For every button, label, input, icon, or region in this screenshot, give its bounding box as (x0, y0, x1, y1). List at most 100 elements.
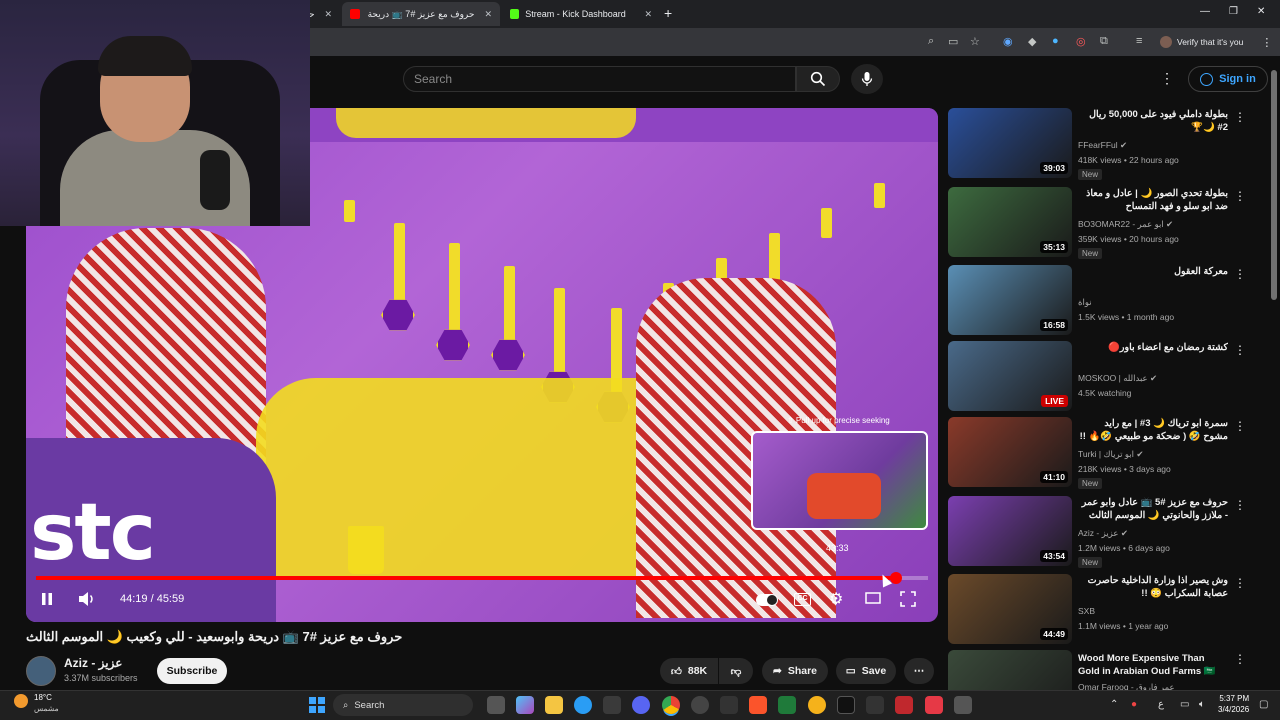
task-view-icon[interactable] (487, 696, 505, 714)
tab-search-icon[interactable]: ≡ (1136, 35, 1142, 47)
recommendation-item[interactable]: 43:54 حروف مع عزيز #5 📺 عادل وابو عمر - … (948, 496, 1254, 568)
recommendation-thumbnail[interactable]: 41:10 (948, 417, 1072, 487)
fullscreen-button[interactable] (900, 591, 916, 610)
recommendation-item[interactable]: 44:49 وش يصير اذا وزارة الداخلية حاصرت ع… (948, 574, 1254, 644)
recommendation-menu-icon[interactable]: ⋮ (1234, 189, 1246, 203)
channel-name[interactable]: Aziz - عزيز (64, 656, 122, 670)
recommendation-channel[interactable]: Omar Farooq - عمر فاروق (1078, 682, 1175, 690)
recommendation-thumbnail[interactable]: 35:13 (948, 187, 1072, 257)
dislike-button[interactable]: 👎︎ (719, 658, 753, 684)
recommendation-menu-icon[interactable]: ⋮ (1234, 576, 1246, 590)
browser-tab-youtube[interactable]: حروف مع عزيز #7 📺 دريحة ✕ (342, 2, 500, 26)
discord-icon[interactable] (632, 696, 650, 714)
app-icon[interactable] (808, 696, 826, 714)
app-icon[interactable] (925, 696, 943, 714)
tab-close-icon[interactable]: ✕ (484, 9, 492, 20)
save-button[interactable]: ▭ Save (836, 658, 896, 684)
theater-mode-button[interactable] (865, 591, 881, 608)
system-clock[interactable]: 5:37 PM 3/4/2026 (1218, 693, 1249, 715)
recommendation-title[interactable]: حروف مع عزيز #5 📺 عادل وابو عمر - ملازز … (1078, 496, 1228, 522)
search-input[interactable]: Search (403, 66, 796, 92)
speaker-icon[interactable]: 🔈︎ (1199, 699, 1205, 710)
voice-search-button[interactable] (851, 64, 883, 94)
sidebar-scrollbar[interactable] (1271, 70, 1277, 300)
recommendation-title[interactable]: سمرة ابو ترياك 🌙 3# | مع رايد مشوح 🤣 ( ض… (1078, 417, 1228, 443)
more-actions-button[interactable]: ⋯ (904, 658, 934, 684)
recommendation-item[interactable]: Wood More Expensive Than Gold in Arabian… (948, 650, 1254, 690)
cast-icon[interactable]: ▭ (948, 35, 958, 48)
bookmark-star-icon[interactable]: ☆ (970, 35, 980, 48)
extension-icon[interactable]: ◉ (1003, 35, 1013, 48)
settings-menu-icon[interactable]: ⋮ (1160, 70, 1174, 87)
tray-overflow-icon[interactable]: ⌃ (1110, 699, 1118, 710)
recommendation-thumbnail[interactable]: 43:54 (948, 496, 1072, 566)
chrome-icon[interactable] (662, 696, 680, 714)
captions-button[interactable]: CC (794, 593, 811, 606)
pause-button[interactable] (40, 592, 54, 609)
tab-close-icon[interactable]: ✕ (644, 9, 652, 20)
recommendation-thumbnail[interactable]: LIVE (948, 341, 1072, 411)
recommendation-channel[interactable]: MOSKOO | عبدالله ✔ (1078, 373, 1157, 384)
recommendation-item[interactable]: 35:13 بطولة تحدي الصور 🌙 | عادل و معاذ ض… (948, 187, 1254, 259)
recommendation-item[interactable]: 16:58 معركة العقول نواة 1.5K views • 1 m… (948, 265, 1254, 335)
channel-avatar[interactable] (26, 656, 56, 686)
recommendation-channel[interactable]: Aziz - عزيز ✔ (1078, 528, 1128, 539)
browser-menu-icon[interactable]: ⋮ (1261, 36, 1272, 49)
recommendation-thumbnail[interactable]: 39:03 (948, 108, 1072, 178)
recommendation-menu-icon[interactable]: ⋮ (1234, 267, 1246, 281)
recommendation-menu-icon[interactable]: ⋮ (1234, 419, 1246, 433)
recommendation-channel[interactable]: BO3OMAR22 - ابو عمر ✔ (1078, 219, 1173, 230)
app-icon[interactable] (778, 696, 796, 714)
store-icon[interactable] (603, 696, 621, 714)
recommendation-title[interactable]: وش يصير اذا وزارة الداخلية حاصرت عصابة ا… (1078, 574, 1228, 600)
recommendation-title[interactable]: بطولة تحدي الصور 🌙 | عادل و معاذ ضد ابو … (1078, 187, 1228, 213)
new-tab-button[interactable]: + (664, 5, 672, 21)
volume-button[interactable] (78, 591, 96, 610)
recommendation-thumbnail[interactable] (948, 650, 1072, 690)
settings-gear-icon[interactable]: ⚙ (829, 589, 843, 609)
extension-icon[interactable]: ◎ (1076, 35, 1086, 48)
recommendation-thumbnail[interactable]: 44:49 (948, 574, 1072, 644)
recommendation-title[interactable]: Wood More Expensive Than Gold in Arabian… (1078, 652, 1228, 678)
notifications-icon[interactable]: ▢ (1259, 699, 1268, 710)
brave-icon[interactable] (749, 696, 767, 714)
browser-tab-kick[interactable]: Stream - Kick Dashboard ✕ (502, 2, 660, 26)
autoplay-toggle[interactable] (756, 594, 778, 606)
like-button[interactable]: 👍︎ 88K (660, 658, 718, 684)
windows-start-icon[interactable] (309, 697, 325, 713)
extensions-puzzle-icon[interactable]: ⧉ (1100, 35, 1108, 48)
language-indicator-icon[interactable]: ع (1158, 699, 1164, 710)
recommendation-thumbnail[interactable]: 16:58 (948, 265, 1072, 335)
recommendation-channel[interactable]: SXB (1078, 606, 1095, 616)
recommendation-channel[interactable]: نواة (1078, 297, 1092, 308)
file-explorer-icon[interactable] (545, 696, 563, 714)
recommendation-item[interactable]: 41:10 سمرة ابو ترياك 🌙 3# | مع رايد مشوح… (948, 417, 1254, 489)
copilot-icon[interactable] (516, 696, 534, 714)
share-button[interactable]: ➦ Share (762, 658, 828, 684)
extension-icon[interactable]: ● (1052, 35, 1059, 47)
app-icon[interactable] (866, 696, 884, 714)
network-icon[interactable]: ▭ (1180, 699, 1189, 710)
app-icon[interactable] (720, 696, 738, 714)
minimize-icon[interactable]: — (1200, 6, 1210, 17)
recommendation-menu-icon[interactable]: ⋮ (1234, 343, 1246, 357)
recommendation-menu-icon[interactable]: ⋮ (1234, 498, 1246, 512)
close-window-icon[interactable]: ✕ (1257, 6, 1265, 17)
tiktok-icon[interactable] (837, 696, 855, 714)
app-icon[interactable] (691, 696, 709, 714)
recommendation-title[interactable]: كشتة رمضان مع اعضاء باور🔴 (1078, 341, 1228, 354)
recommendation-menu-icon[interactable]: ⋮ (1234, 652, 1246, 666)
recommendation-channel[interactable]: Turki | ابو ترياك ✔ (1078, 449, 1144, 460)
verify-identity-button[interactable]: Verify that it's you ⋮ (1160, 33, 1272, 51)
edge-browser-icon[interactable] (574, 696, 592, 714)
recommendation-item[interactable]: 39:03 بطولة داملي فيود على 50,000 ريال 2… (948, 108, 1254, 180)
recommendation-title[interactable]: معركة العقول (1078, 265, 1228, 278)
recommendation-item[interactable]: LIVE كشتة رمضان مع اعضاء باور🔴 MOSKOO | … (948, 341, 1254, 411)
extension-icon[interactable]: ◆ (1028, 35, 1036, 48)
subscribe-button[interactable]: Subscribe (157, 658, 227, 684)
sign-in-button[interactable]: Sign in (1188, 66, 1268, 92)
recommendation-channel[interactable]: FFearFFul ✔ (1078, 140, 1127, 151)
recommendation-title[interactable]: بطولة داملي فيود على 50,000 ريال 2# 🌙🏆 (1078, 108, 1228, 134)
settings-app-icon[interactable] (954, 696, 972, 714)
search-button[interactable] (796, 66, 840, 92)
